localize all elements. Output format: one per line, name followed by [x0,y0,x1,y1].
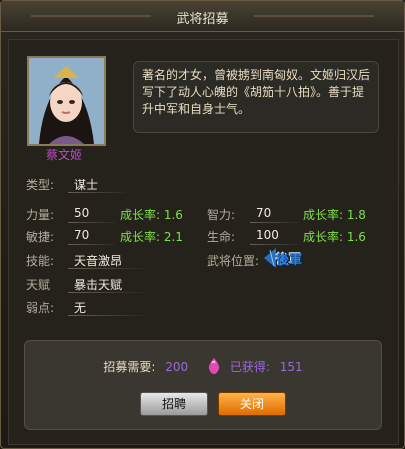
talent-value[interactable]: 暴击天赋 [74,276,122,293]
talent-underline [68,292,144,293]
agility-underline [68,244,116,245]
intellect-value: 70 [256,206,272,220]
hp-growth: 成长率: 1.6 [303,230,366,244]
position-label: 武将位置: [207,254,260,268]
obtained-label: 已获得: [229,360,270,374]
close-button[interactable]: 关闭 [218,392,286,416]
need-label: 招募需要: [103,360,156,374]
obtained-value: 151 [279,360,303,374]
recruit-cost-panel: 招募需要: 200 已获得: 151 [24,340,382,430]
intellect-growth: 成长率: 1.8 [303,208,366,222]
intellect-label: 智力: [207,208,236,222]
title-bar: 武将招募 [1,1,404,32]
agility-value: 70 [74,228,90,242]
strength-underline [68,222,116,223]
intellect-underline [250,222,298,223]
hp-label: 生命: [207,230,236,244]
window-title: 武将招募 [176,12,229,27]
portrait-image [29,58,104,144]
general-description: 著名的才女，曾被掳到南匈奴。文姬归汉后写下了动人心魄的《胡笳十八拍》。善于提升中… [133,61,379,133]
type-label: 类型: [26,178,55,192]
strength-growth: 成长率: 1.6 [120,208,183,222]
recruit-cost-row: 招募需要: 200 已获得: 151 [25,357,381,378]
general-name: 蔡文姬 [45,148,82,162]
position-badge: 後軍 [262,246,308,270]
skill-value[interactable]: 天音激昂 [74,252,122,269]
general-portrait [27,56,106,146]
weakness-label: 弱点: [26,301,55,315]
skill-label: 技能: [26,254,55,268]
hp-underline [250,244,298,245]
talent-label: 天赋 [26,278,51,292]
gem-icon [206,357,222,378]
weakness-value: 无 [74,301,87,315]
skill-underline [68,268,144,269]
agility-label: 敏捷: [26,230,55,244]
hp-value: 100 [256,228,279,242]
need-value: 200 [165,360,189,374]
position-badge-text: 後軍 [276,253,303,268]
title-ornament-right [254,15,374,17]
strength-label: 力量: [26,208,55,222]
weakness-underline [68,315,144,316]
type-value: 谋士 [74,178,99,192]
strength-value: 50 [74,206,90,220]
recruit-button[interactable]: 招聘 [140,392,208,416]
agility-growth: 成长率: 2.1 [120,230,183,244]
type-underline [68,192,126,193]
